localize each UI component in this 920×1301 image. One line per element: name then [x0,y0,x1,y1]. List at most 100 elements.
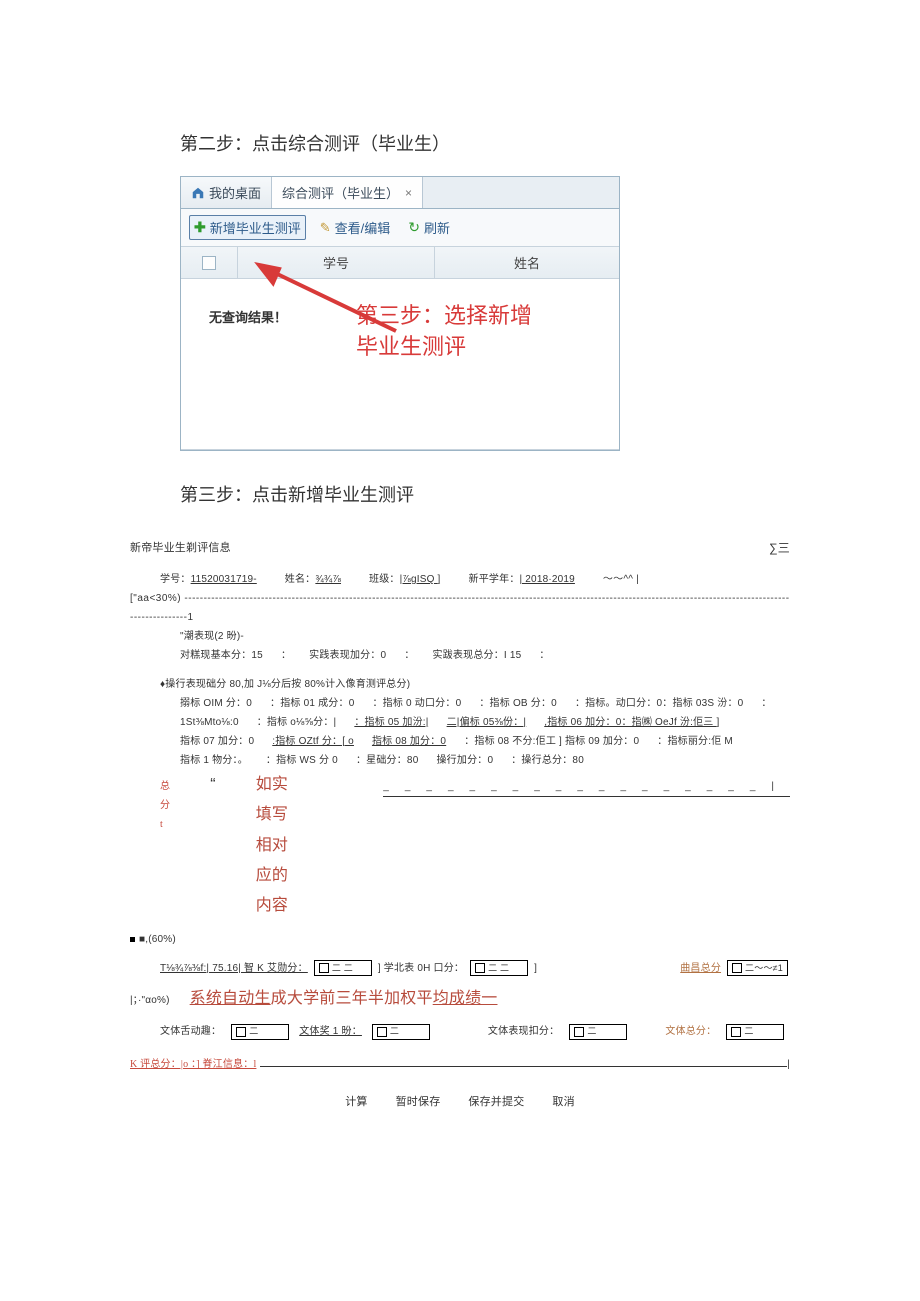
row-ind-5: 指标 1 物分：。 ：指标 WS 分 0 ：星础分：80 操行加分：0 ：操行总… [130,751,790,770]
k-total: K 评总分：|o ：] 脊江信息：l [130,1055,256,1074]
qu-total-label: 曲昌总分 [680,959,721,978]
home-icon [191,186,205,200]
r5d: 操行加分：0 [436,751,493,770]
close-icon[interactable]: × [405,186,412,200]
input-xuebei[interactable]: 二 二 [470,960,528,976]
t-row-a: T⅛¾⅞⅜f:| 75.16| 智 K 艾勋分： [160,959,308,978]
toolbar: ✚ 新增毕业生测评 ✎ 查看/编辑 ↻ 刷新 [181,209,619,247]
class-field: 班级：|⅞gISQ ] [369,570,441,589]
row-ind-3: 1St⅜Mto⅛:0 ：指标 o⅛⅝分：| ：指标 05 加汾:| 二|偏标 0… [130,713,790,732]
r5b: ：指标 WS 分 0 [266,751,338,770]
grid-col-name: 姓名 [435,247,619,278]
r2a: 搦标 OIM 分：0 [180,694,252,713]
r1b: ： [281,646,291,665]
r2c: ：指标 0 动口分：0 [372,694,461,713]
callout-line1: 第三步：选择新增 [356,303,532,328]
calc-button[interactable]: 计算 [345,1092,367,1113]
r4b: :指标 OZtf 分：[ o [272,732,354,751]
wt-d: 文体总分： [665,1022,716,1041]
dash-line: __________________| [383,777,790,797]
cancel-button[interactable]: 取消 [552,1092,574,1113]
r5a: 指标 1 物分：。 [180,751,248,770]
tab-assessment-label: 综合测评（毕业生） [282,183,399,202]
input-wt-c[interactable]: 二 [569,1024,627,1040]
wt-row: 文体舌动趣： 二 文体奖 1 昐： 二 文体表现扣分： 二 文体总分： 二 [130,1022,790,1041]
wt-b: 文体奖 1 昐： [299,1022,362,1041]
r2d: ：指标 OB 分：0 [479,694,557,713]
tmp-save-button[interactable]: 暂时保存 [396,1092,441,1113]
row-ind-4: 指标 07 加分：0 :指标 OZtf 分：[ o 指标 08 加分：0 ：指标… [130,732,790,751]
refresh-icon: ↻ [408,219,420,236]
tail-text: ～～^^ | [603,570,639,589]
view-edit-button[interactable]: ✎ 查看/编辑 [316,216,395,239]
input-wt-a[interactable]: 二 [231,1024,289,1040]
callout-text: 第三步：选择新增 毕业生测评 [356,301,532,363]
input-wt-b[interactable]: 二 [372,1024,430,1040]
wt-a: 文体舌动趣： [160,1022,221,1041]
r4e: ：指标丽分:佢 M [657,732,733,751]
r2f: ： [761,694,771,713]
r1e: 实跋表现总分：I 15 [433,646,522,665]
t-row-b: ] 学北表 0H 口分： [378,959,464,978]
sub-ops: ♦操行表现础分 80,加 J⅛分后按 80%计入像育测评总分) [130,675,790,694]
plus-icon: ✚ [194,219,206,236]
input-zhik[interactable]: 二 二 [314,960,372,976]
add-assessment-label: 新增毕业生测评 [210,218,301,237]
r3c: ：指标 05 加汾:| [354,713,428,732]
section-aa: ["aa<30%) ------------------------------… [130,589,790,627]
total-row: 总分t “ 如实填写相对应的内容 __________________| [130,770,790,922]
r2e: ：指标。动口分：0：指标 03S 汾：0 [575,694,743,713]
t-row: T⅛¾⅞⅜f:| 75.16| 智 K 艾勋分： 二 二 ] 学北表 0H 口分… [130,959,790,978]
step2-heading: 第二步：点击综合测评（毕业生） [180,130,790,156]
sub-2: "潮表现(2 昐)- [130,627,790,646]
tab-strip: 我的桌面 综合测评（毕业生） × [181,177,619,209]
note-fill: 如实填写相对应的内容 [256,770,304,922]
view-edit-label: 查看/编辑 [335,218,391,237]
grid-body: 无查询结果！ 第三步：选择新增 毕业生测评 [181,279,619,450]
grid-header: 学号 姓名 [181,247,619,279]
r1a: 对糕现基本分：15 [180,646,263,665]
tab-my-desktop-label: 我的桌面 [209,183,261,202]
r3e: ,指标 06 加分：0：指㈱ OeJf 汾:佢三 ] [544,713,719,732]
ao-row: |；·"αo%) 系统自动生成大学前三年半加权平均成绩一 [130,984,790,1014]
sn-field: 学号：11520031719- [160,570,257,589]
section-60: ■,(60%) [130,930,790,949]
assessment-form: 新帝毕业生剃评信息 ∑三 学号：11520031719- 姓名：¾¾⅞ 班级：|… [130,537,790,1113]
select-all-checkbox[interactable] [202,256,216,270]
add-assessment-button[interactable]: ✚ 新增毕业生测评 [189,215,306,240]
pencil-icon: ✎ [320,220,331,236]
r1c: 实践表现加分：0 [309,646,386,665]
tab-my-desktop[interactable]: 我的桌面 [181,177,272,208]
student-info-row: 学号：11520031719- 姓名：¾¾⅞ 班级：|⅞gISQ ] 新平学年：… [130,570,790,589]
year-field: 新平学年：| 2018·2019 [469,570,575,589]
name-field: 姓名：¾¾⅞ [285,570,341,589]
t-row-c: ] [534,959,537,978]
input-wt-d[interactable]: 二 [726,1024,784,1040]
tab-assessment[interactable]: 综合测评（毕业生） × [272,177,423,208]
refresh-button[interactable]: ↻ 刷新 [404,216,454,239]
step3-heading: 第三步：点击新增毕业生测评 [180,481,790,507]
row-ind-2: 搦标 OIM 分：0 ：指标 01 成分：0 ：指标 0 动口分：0 ：指标 O… [130,694,790,713]
quote: “ [210,770,216,800]
ui-screenshot-tabs: 我的桌面 综合测评（毕业生） × ✚ 新增毕业生测评 ✎ 查看/编辑 ↻ 刷新 [180,176,620,451]
dot-icon [130,937,135,942]
submit-button[interactable]: 保存并提交 [468,1092,524,1113]
r4c: 指标 08 加分：0 [372,732,446,751]
r1d: ： [404,646,414,665]
r3b: ：指标 o⅛⅝分：| [257,713,337,732]
total-label: 总分t [160,777,170,834]
r4a: 指标 07 加分：0 [180,732,254,751]
grid-col-checkbox [181,247,238,278]
r5e: ：操行总分：80 [511,751,584,770]
r3a: 1St⅜Mto⅛:0 [180,713,239,732]
r4d: ：指标 08 不分:佢工 ] 指标 09 加分：0 [464,732,639,751]
r1f: ： [539,646,549,665]
callout-line2: 毕业生测评 [356,334,466,359]
input-qu-total[interactable]: 二～～≠1 [727,960,788,976]
summary-icon: ∑三 [769,537,790,560]
row-practice: 对糕现基本分：15 ： 实践表现加分：0 ： 实跋表现总分：I 15 ： [130,646,790,665]
refresh-label: 刷新 [424,218,450,237]
k-row: K 评总分：|o ：] 脊江信息：l | [130,1055,790,1074]
r3d: 二|偏标 05⅜份：| [447,713,527,732]
form-buttons: 计算 暂时保存 保存并提交 取消 [130,1092,790,1113]
